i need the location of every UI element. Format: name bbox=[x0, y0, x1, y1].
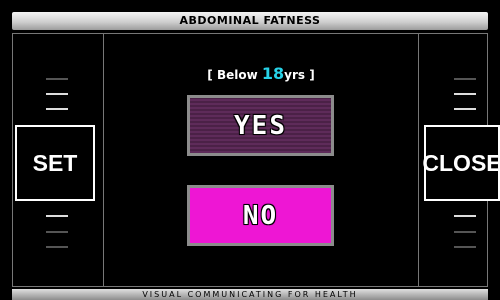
age-condition: [ Below 18yrs ] bbox=[104, 64, 418, 83]
age-prefix: [ Below bbox=[207, 68, 262, 82]
set-button[interactable]: SET bbox=[15, 125, 95, 201]
right-dash-4 bbox=[454, 215, 476, 217]
yes-button[interactable]: YES bbox=[187, 95, 334, 156]
age-value: 18 bbox=[261, 64, 285, 83]
yes-label: YES bbox=[234, 110, 287, 141]
right-dash-2 bbox=[454, 93, 476, 95]
right-dash-6 bbox=[454, 246, 476, 248]
close-button[interactable]: CLOSE bbox=[422, 125, 500, 201]
left-dash-1 bbox=[46, 78, 68, 80]
age-suffix: yrs ] bbox=[284, 68, 315, 82]
no-label: NO bbox=[242, 200, 279, 231]
left-dash-6 bbox=[46, 246, 68, 248]
right-divider bbox=[418, 33, 419, 287]
left-dash-2 bbox=[46, 93, 68, 95]
left-dash-5 bbox=[46, 231, 68, 233]
right-dash-3 bbox=[454, 108, 476, 110]
left-dash-4 bbox=[46, 215, 68, 217]
left-dash-3 bbox=[46, 108, 68, 110]
footer-tagline: VISUAL COMMUNICATING FOR HEALTH bbox=[12, 289, 488, 300]
no-button[interactable]: NO bbox=[187, 185, 334, 246]
right-dash-5 bbox=[454, 231, 476, 233]
page-title: ABDOMINAL FATNESS bbox=[12, 12, 488, 30]
right-dash-1 bbox=[454, 78, 476, 80]
